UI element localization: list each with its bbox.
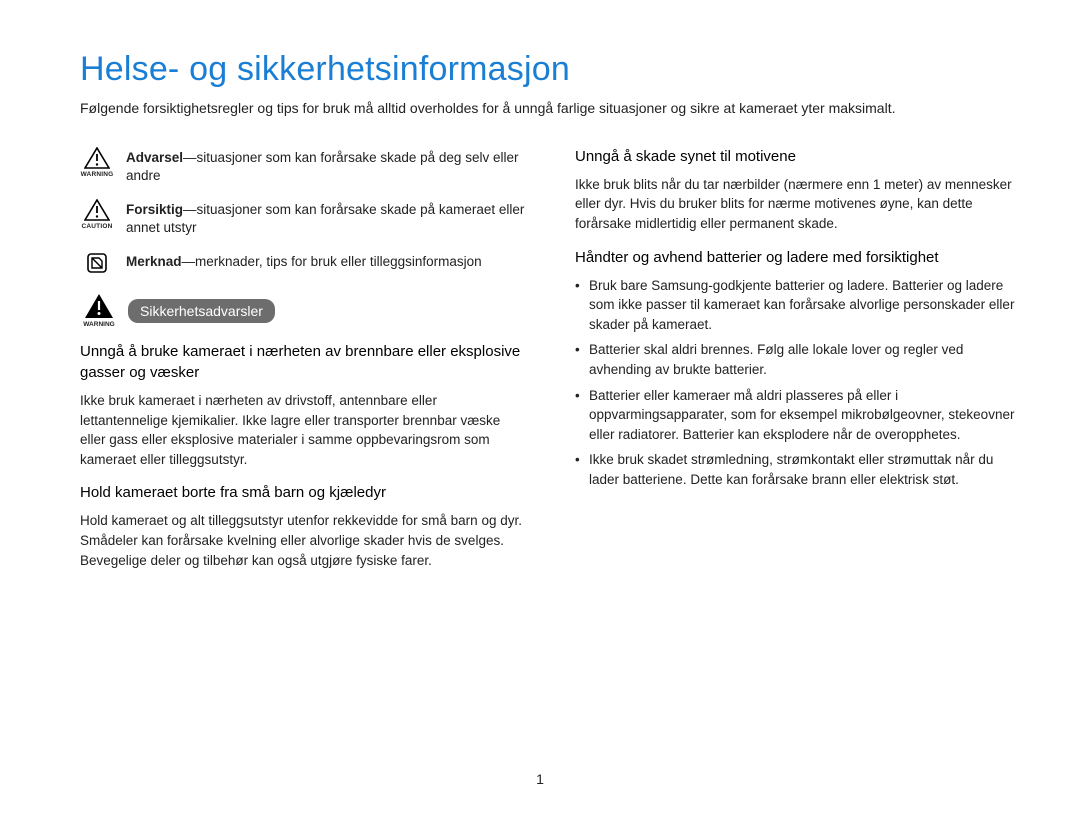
warning-badge-sublabel: WARNING: [83, 321, 114, 328]
safety-badge-row: WARNING Sikkerhetsadvarsler: [80, 293, 525, 328]
content-columns: WARNING Advarsel—situasjoner som kan for…: [80, 147, 1020, 585]
left-body-1: Hold kameraet og alt tilleggsutstyr uten…: [80, 511, 525, 570]
right-column: Unngå å skade synet til motivene Ikke br…: [575, 147, 1020, 585]
page-title: Helse- og sikkerhetsinformasjon: [80, 50, 1020, 89]
legend-note-text: Merknad—merknader, tips for bruk eller t…: [126, 251, 482, 271]
intro-text: Følgende forsiktighetsregler og tips for…: [80, 99, 1020, 119]
list-item: Batterier skal aldri brennes. Følg alle …: [575, 340, 1020, 379]
legend-warning-text: Advarsel—situasjoner som kan forårsake s…: [126, 147, 525, 185]
caution-triangle-icon: CAUTION: [80, 199, 114, 230]
warning-sublabel: WARNING: [81, 171, 114, 178]
warning-badge-icon: WARNING: [80, 293, 118, 328]
legend-caution: CAUTION Forsiktig—situasjoner som kan fo…: [80, 199, 525, 237]
right-bullets-1: Bruk bare Samsung-godkjente batterier og…: [575, 276, 1020, 490]
left-heading-0: Unngå å bruke kameraet i nærheten av bre…: [80, 342, 525, 383]
page-number: 1: [536, 771, 544, 787]
legend-caution-text: Forsiktig—situasjoner som kan forårsake …: [126, 199, 525, 237]
warning-triangle-icon: WARNING: [80, 147, 114, 178]
right-heading-0: Unngå å skade synet til motivene: [575, 147, 1020, 167]
caution-sublabel: CAUTION: [81, 223, 112, 230]
list-item: Bruk bare Samsung-godkjente batterier og…: [575, 276, 1020, 335]
legend-note: Merknad—merknader, tips for bruk eller t…: [80, 251, 525, 275]
safety-badge: Sikkerhetsadvarsler: [128, 299, 275, 323]
right-body-0: Ikke bruk blits når du tar nærbilder (næ…: [575, 175, 1020, 234]
left-column: WARNING Advarsel—situasjoner som kan for…: [80, 147, 525, 585]
note-icon: [80, 251, 114, 275]
right-heading-1: Håndter og avhend batterier og ladere me…: [575, 248, 1020, 268]
list-item: Ikke bruk skadet strømledning, strømkont…: [575, 450, 1020, 489]
list-item: Batterier eller kameraer må aldri plasse…: [575, 386, 1020, 445]
legend-warning: WARNING Advarsel—situasjoner som kan for…: [80, 147, 525, 185]
left-heading-1: Hold kameraet borte fra små barn og kjæl…: [80, 483, 525, 503]
left-body-0: Ikke bruk kameraet i nærheten av drivsto…: [80, 391, 525, 469]
